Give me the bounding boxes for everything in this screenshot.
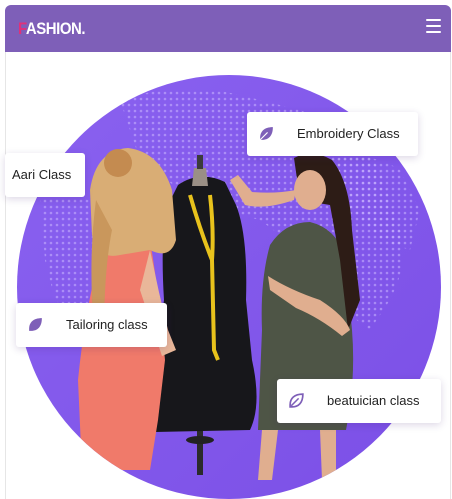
- card-label: Tailoring class: [66, 317, 148, 332]
- leaf-icon: [29, 318, 42, 331]
- leaf-outline-icon: [289, 393, 304, 408]
- beautician-class-card[interactable]: beatuician class: [277, 379, 441, 423]
- card-label: Aari Class: [12, 167, 72, 182]
- aari-class-card[interactable]: Aari Class: [5, 153, 85, 197]
- card-label: beatuician class: [327, 393, 420, 408]
- tailoring-class-card[interactable]: Tailoring class: [16, 303, 167, 347]
- leaf-icon: [259, 127, 273, 141]
- hero-illustration: [17, 75, 441, 499]
- embroidery-class-card[interactable]: Embroidery Class: [247, 112, 418, 156]
- card-label: Embroidery Class: [297, 126, 400, 141]
